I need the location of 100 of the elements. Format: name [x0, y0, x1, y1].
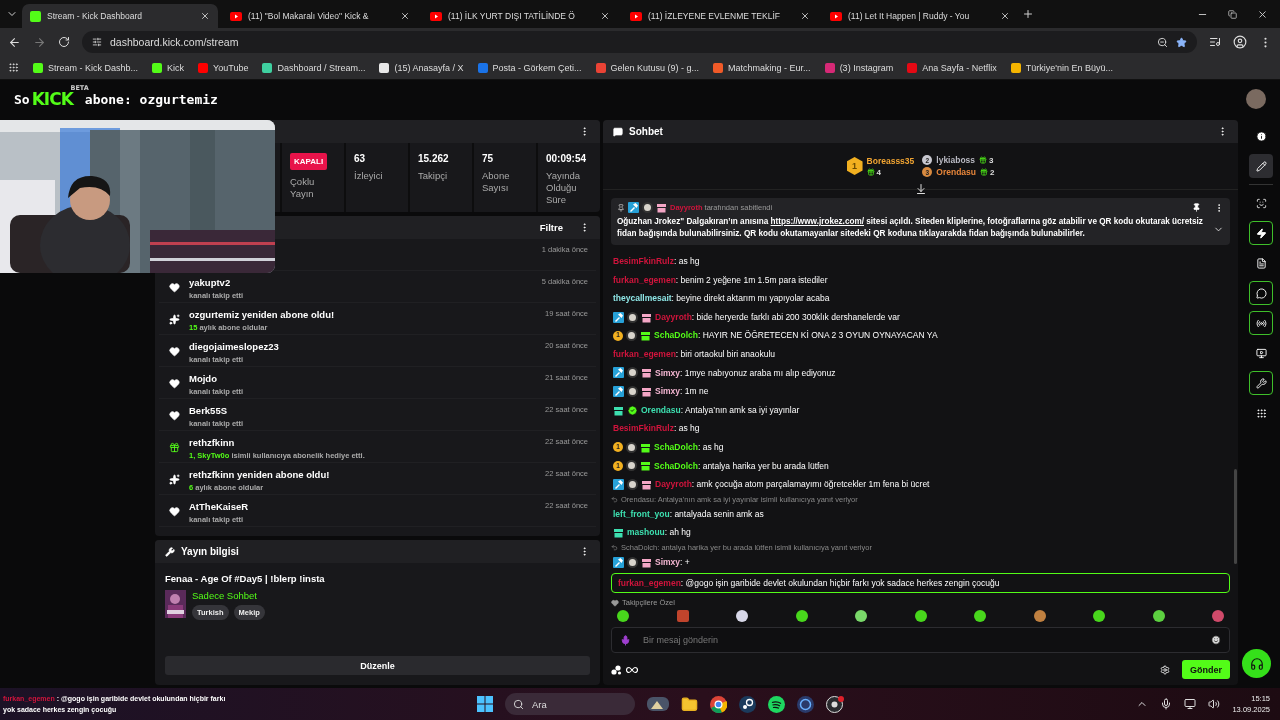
message-box[interactable]: Bir mesaj gönderin [611, 627, 1230, 653]
infinity-icon[interactable] [626, 665, 638, 674]
close-icon[interactable] [1257, 8, 1268, 20]
network-icon[interactable] [1184, 698, 1197, 710]
bookmark[interactable]: Kick [167, 62, 185, 73]
gift-icon [979, 156, 988, 164]
back-icon[interactable] [8, 35, 21, 49]
emoji-icon[interactable] [1211, 635, 1221, 645]
send-button[interactable]: Gönder [1182, 660, 1230, 679]
close-icon[interactable] [600, 11, 610, 21]
sparkle-icon [168, 474, 180, 485]
reload-icon[interactable] [58, 36, 70, 48]
bookmark[interactable]: (3) Instagram [839, 62, 894, 73]
bookmark[interactable]: Gelen Kutusu (9) - g... [610, 62, 700, 73]
chat-message: Simxy: + [655, 555, 690, 569]
collapse-icon[interactable] [914, 183, 927, 195]
heart-icon [611, 598, 619, 607]
emote-icon[interactable] [855, 610, 867, 622]
chat-message: Dayyroth: bide heryerde farklı abi 200 300klık dershanelerde var [655, 310, 900, 324]
widget-icon[interactable] [647, 697, 669, 711]
volume-icon[interactable] [1208, 698, 1221, 710]
browser-tab[interactable]: (11) İLK YURT DIŞI TATİLİNDE Ö [422, 4, 618, 28]
edit-button[interactable]: Düzenle [165, 656, 590, 675]
verified-icon [627, 404, 638, 416]
taskbar-search[interactable]: Ara [505, 693, 635, 715]
settings-icon[interactable] [1160, 664, 1170, 675]
pencil-button[interactable] [1249, 154, 1273, 178]
avatar-icon[interactable] [1246, 89, 1266, 109]
chat-button[interactable] [1249, 281, 1273, 305]
bookmark[interactable]: YouTube [213, 62, 249, 73]
close-icon[interactable] [400, 11, 410, 21]
file-explorer-icon[interactable] [681, 695, 698, 713]
stat-label: İzleyici [354, 170, 384, 182]
dots-icon[interactable] [611, 664, 622, 675]
restore-icon[interactable] [1228, 9, 1237, 19]
close-icon[interactable] [1000, 11, 1010, 21]
bookmark[interactable]: Ana Sayfa - Netflix [922, 62, 997, 73]
new-tab-icon[interactable] [1022, 8, 1034, 20]
activity-title: ozgurtemiz yeniden abone oldu! [189, 309, 336, 320]
mic-icon[interactable] [1160, 698, 1173, 710]
gifter-name: lykiaboss [936, 155, 976, 165]
emote-icon[interactable] [1152, 610, 1165, 622]
emote-icon[interactable] [974, 610, 986, 622]
chat-message: furkan_egemen: benim 2 yeğene 1m 1.5m para istediler [613, 273, 828, 287]
lightning-button[interactable] [1249, 221, 1273, 245]
kick-logo: KICK [31, 89, 73, 109]
forward-icon[interactable] [33, 35, 46, 49]
bookmark[interactable]: Türkiye'nin En Büyü... [1025, 62, 1113, 73]
close-icon[interactable] [800, 11, 810, 21]
browser-tab[interactable]: (11) "Bol Makaralı Video" Kick & [222, 4, 418, 28]
pin-icon[interactable] [1192, 203, 1201, 212]
apps-icon[interactable] [8, 62, 19, 73]
bookmark[interactable]: Matchmaking - Eur... [728, 62, 811, 73]
browser-tab[interactable]: (11) Let It Happen | Ruddy - You [822, 4, 1018, 28]
app-icon[interactable] [797, 695, 814, 713]
zoom-icon[interactable] [1157, 36, 1168, 48]
gift-icon [980, 168, 988, 176]
support-button[interactable] [1242, 649, 1271, 678]
heart-icon [168, 378, 180, 389]
chat-message: furkan_egemen: biri ortaokul biri anaokulu [613, 347, 776, 361]
activity-title: rethzfkinn [189, 437, 236, 448]
emote-icon[interactable] [914, 610, 927, 622]
profile-icon[interactable] [1233, 35, 1247, 49]
stat-value: 00:09:54 [546, 153, 588, 164]
media-icon[interactable] [1209, 36, 1221, 48]
filter-button[interactable]: Filtre [539, 222, 563, 233]
hammer-badge-icon [613, 367, 624, 379]
wrench-button[interactable] [1249, 371, 1273, 395]
site-info-icon[interactable] [92, 37, 102, 47]
bookmark[interactable]: Dashboard / Stream... [277, 62, 366, 73]
steam-icon[interactable] [739, 695, 756, 713]
lightning-icon [1255, 227, 1267, 239]
gift-icon [168, 442, 180, 453]
emote-icon[interactable] [1033, 610, 1046, 622]
browser-tab[interactable]: (11) İZLEYENE EVLENME TEKLİF [622, 4, 818, 28]
youtube-icon [230, 11, 242, 21]
message-field[interactable]: Bir mesaj gönderin [641, 634, 1201, 646]
bookmark[interactable]: Posta - Görkem Çeti... [492, 62, 582, 73]
windows-start-icon[interactable] [477, 696, 493, 712]
emote-icon[interactable] [617, 610, 629, 622]
emote-icon[interactable] [736, 610, 748, 622]
chat-message: SchaDolch: as hg [654, 440, 724, 454]
chrome-icon[interactable] [710, 695, 727, 713]
spotify-icon[interactable] [768, 695, 785, 713]
bookmark[interactable]: (15) Anasayfa / X [394, 62, 464, 73]
bookmark[interactable]: Stream - Kick Dashb... [48, 62, 139, 73]
activity-title: Mojdo [189, 373, 218, 384]
heart-icon [168, 346, 180, 357]
emote-icon[interactable] [1093, 610, 1105, 622]
rank-badge: 1 [846, 157, 863, 175]
avatar-icon [626, 441, 637, 453]
emote-icon[interactable] [795, 610, 808, 622]
link[interactable]: https://www.jrokez.com/ [770, 217, 864, 226]
address-bar[interactable]: dashboard.kick.com/stream [82, 31, 1197, 53]
broadcast-button[interactable] [1249, 311, 1273, 335]
bookmark-star-icon[interactable] [1176, 36, 1187, 48]
browser-tab[interactable]: Stream - Kick Dashboard [22, 4, 218, 28]
close-icon[interactable] [200, 11, 210, 21]
obs-icon[interactable] [826, 695, 845, 713]
category-link[interactable]: Sadece Sohbet [192, 590, 265, 601]
